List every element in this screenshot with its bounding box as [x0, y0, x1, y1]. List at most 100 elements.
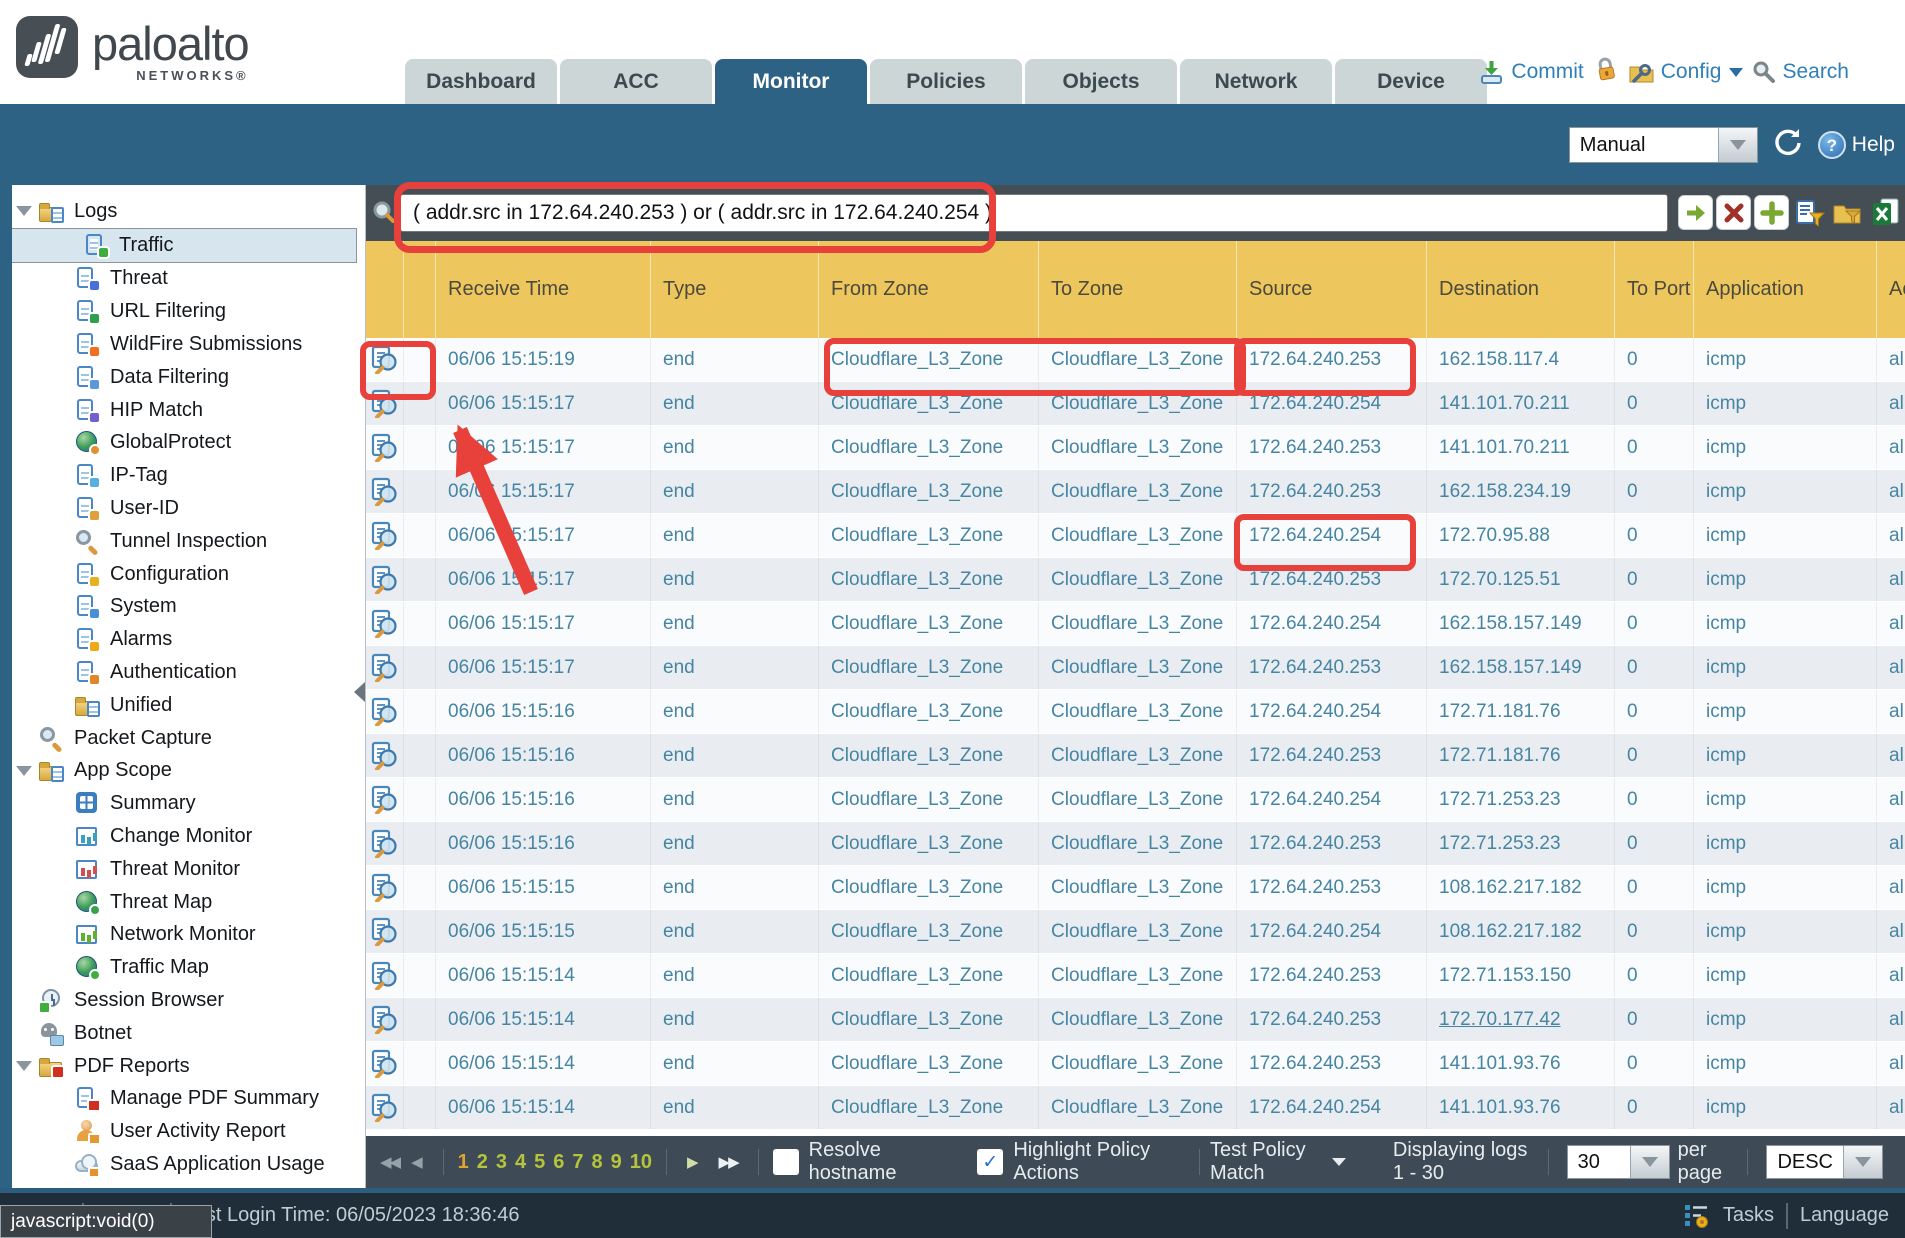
log-detail-icon[interactable] [370, 741, 399, 770]
sidebar-item-threat-map[interactable]: Threat Map [0, 886, 365, 919]
sidebar-item-authentication[interactable]: Authentication [0, 656, 365, 689]
expander-icon[interactable] [16, 1061, 32, 1071]
column-header-source[interactable]: Source [1237, 241, 1427, 338]
sidebar-item-threat-monitor[interactable]: Threat Monitor [0, 853, 365, 886]
log-detail-icon[interactable] [370, 653, 399, 682]
add-filter-button[interactable] [1754, 195, 1789, 230]
sidebar-item-logs[interactable]: Logs [0, 195, 365, 228]
last-page-icon[interactable]: ▶▶ [719, 1153, 738, 1171]
test-policy-match-button[interactable]: Test Policy Match [1210, 1139, 1346, 1185]
page-2[interactable]: 2 [477, 1151, 488, 1174]
log-detail-icon[interactable] [370, 565, 399, 594]
refresh-interval-trigger[interactable] [1718, 128, 1757, 162]
column-header-application[interactable]: Application [1694, 241, 1877, 338]
table-row[interactable]: 06/06 15:15:16endCloudflare_L3_ZoneCloud… [366, 734, 1905, 778]
table-row[interactable]: 06/06 15:15:17endCloudflare_L3_ZoneCloud… [366, 514, 1905, 558]
log-detail-icon[interactable] [370, 345, 399, 374]
prev-page-icon[interactable]: ◀ [411, 1153, 421, 1171]
export-csv-button[interactable] [1868, 195, 1903, 230]
tab-acc[interactable]: ACC [560, 59, 712, 104]
sidebar-item-hip-match[interactable]: HIP Match [0, 394, 365, 427]
column-header-blank[interactable] [366, 241, 404, 338]
column-header-to-zone[interactable]: To Zone [1039, 241, 1237, 338]
resolve-hostname-checkbox[interactable] [773, 1149, 799, 1175]
sidebar-item-app-scope[interactable]: App Scope [0, 755, 365, 788]
config-menu[interactable]: Config [1628, 59, 1744, 86]
sidebar-item-user-activity-report[interactable]: User Activity Report [0, 1115, 365, 1148]
log-detail-icon[interactable] [370, 697, 399, 726]
sidebar-item-traffic[interactable]: Traffic [8, 228, 357, 263]
table-row[interactable]: 06/06 15:15:16endCloudflare_L3_ZoneCloud… [366, 690, 1905, 734]
first-page-icon[interactable]: ◀◀ [380, 1153, 399, 1171]
log-detail-icon[interactable] [370, 389, 399, 418]
tab-dashboard[interactable]: Dashboard [405, 59, 557, 104]
apply-filter-button[interactable] [1678, 195, 1713, 230]
table-row[interactable]: 06/06 15:15:17endCloudflare_L3_ZoneCloud… [366, 382, 1905, 426]
per-page-select[interactable]: 30 [1567, 1145, 1670, 1179]
expander-icon[interactable] [16, 206, 32, 216]
log-detail-icon[interactable] [370, 433, 399, 462]
lock-icon[interactable] [1593, 56, 1619, 88]
sidebar-item-summary[interactable]: Summary [0, 787, 365, 820]
load-filter-button[interactable] [1830, 195, 1865, 230]
next-page-icon[interactable]: ▶ [687, 1153, 699, 1171]
table-row[interactable]: 06/06 15:15:19endCloudflare_L3_ZoneCloud… [366, 338, 1905, 382]
tab-device[interactable]: Device [1335, 59, 1487, 104]
log-detail-icon[interactable] [370, 477, 399, 506]
table-row[interactable]: 06/06 15:15:14endCloudflare_L3_ZoneCloud… [366, 998, 1905, 1042]
per-page-trigger[interactable] [1630, 1146, 1669, 1178]
page-10[interactable]: 10 [630, 1151, 652, 1174]
page-5[interactable]: 5 [534, 1151, 545, 1174]
column-header-type[interactable]: Type [651, 241, 819, 338]
page-4[interactable]: 4 [515, 1151, 526, 1174]
column-header-destination[interactable]: Destination [1427, 241, 1615, 338]
tab-network[interactable]: Network [1180, 59, 1332, 104]
sort-order-trigger[interactable] [1843, 1146, 1882, 1178]
sidebar-collapse-handle[interactable] [354, 682, 365, 702]
sidebar-item-wildfire-submissions[interactable]: WildFire Submissions [0, 328, 365, 361]
commit-button[interactable]: Commit [1478, 59, 1583, 86]
log-detail-icon[interactable] [370, 785, 399, 814]
sidebar-item-alarms[interactable]: Alarms [0, 623, 365, 656]
sidebar-item-tunnel-inspection[interactable]: Tunnel Inspection [0, 525, 365, 558]
column-header-blank[interactable] [404, 241, 436, 338]
sidebar-item-traffic-map[interactable]: Traffic Map [0, 951, 365, 984]
sidebar-item-configuration[interactable]: Configuration [0, 558, 365, 591]
log-detail-icon[interactable] [370, 521, 399, 550]
sort-order-select[interactable]: DESC [1766, 1145, 1883, 1179]
column-header-ac[interactable]: Ac [1877, 241, 1905, 338]
tasks-link[interactable]: Tasks [1723, 1204, 1774, 1227]
sidebar-item-ip-tag[interactable]: IP-Tag [0, 459, 365, 492]
table-row[interactable]: 06/06 15:15:14endCloudflare_L3_ZoneCloud… [366, 1042, 1905, 1086]
cell-destination[interactable]: 172.70.177.42 [1427, 998, 1615, 1041]
log-detail-icon[interactable] [370, 917, 399, 946]
highlight-policy-actions-checkbox[interactable]: ✓ [977, 1149, 1003, 1175]
table-row[interactable]: 06/06 15:15:16endCloudflare_L3_ZoneCloud… [366, 778, 1905, 822]
table-row[interactable]: 06/06 15:15:14endCloudflare_L3_ZoneCloud… [366, 954, 1905, 998]
language-link[interactable]: Language [1800, 1204, 1889, 1227]
filter-query-input[interactable] [400, 194, 1668, 232]
refresh-interval-select[interactable]: Manual [1569, 127, 1758, 163]
sidebar-item-threat[interactable]: Threat [0, 263, 365, 296]
tab-policies[interactable]: Policies [870, 59, 1022, 104]
sidebar-item-pdf-reports[interactable]: PDF Reports [0, 1050, 365, 1083]
table-row[interactable]: 06/06 15:15:17endCloudflare_L3_ZoneCloud… [366, 558, 1905, 602]
tab-objects[interactable]: Objects [1025, 59, 1177, 104]
sidebar-item-manage-pdf-summary[interactable]: Manage PDF Summary [0, 1083, 365, 1116]
log-detail-icon[interactable] [370, 829, 399, 858]
clear-filter-button[interactable] [1716, 195, 1751, 230]
tab-monitor[interactable]: Monitor [715, 59, 867, 104]
refresh-button[interactable] [1772, 126, 1804, 163]
table-row[interactable]: 06/06 15:15:15endCloudflare_L3_ZoneCloud… [366, 866, 1905, 910]
log-detail-icon[interactable] [370, 1049, 399, 1078]
table-row[interactable]: 06/06 15:15:16endCloudflare_L3_ZoneCloud… [366, 822, 1905, 866]
table-row[interactable]: 06/06 15:15:17endCloudflare_L3_ZoneCloud… [366, 426, 1905, 470]
help-button[interactable]: ? Help [1818, 131, 1895, 159]
table-row[interactable]: 06/06 15:15:14endCloudflare_L3_ZoneCloud… [366, 1086, 1905, 1130]
page-9[interactable]: 9 [611, 1151, 622, 1174]
sidebar-item-network-monitor[interactable]: Network Monitor [0, 919, 365, 952]
expander-icon[interactable] [16, 766, 32, 776]
sidebar-item-packet-capture[interactable]: Packet Capture [0, 722, 365, 755]
table-row[interactable]: 06/06 15:15:17endCloudflare_L3_ZoneCloud… [366, 470, 1905, 514]
search-button[interactable]: Search [1752, 60, 1849, 84]
